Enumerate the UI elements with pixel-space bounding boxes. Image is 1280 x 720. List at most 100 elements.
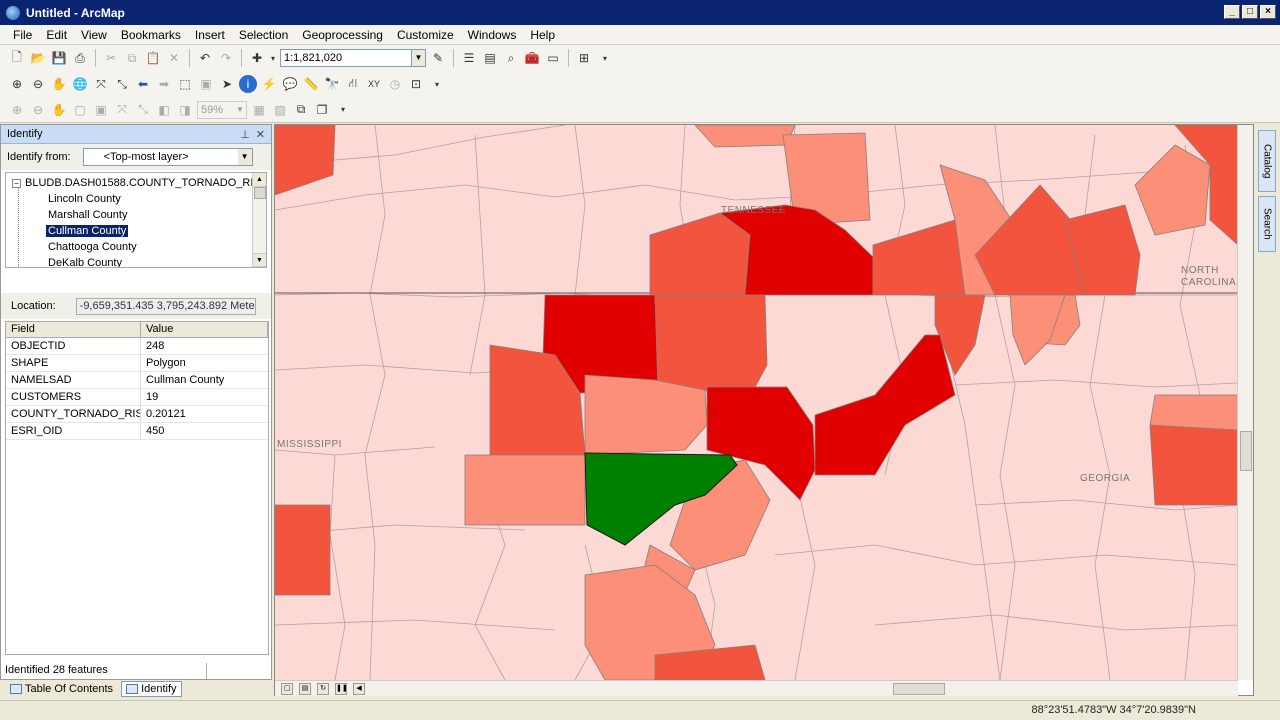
hyperlink-icon[interactable]: ⚡ [260, 75, 278, 93]
undo-icon[interactable]: ↶ [196, 49, 214, 67]
layout-zoom-out-icon[interactable]: ⊖ [29, 101, 47, 119]
layout-fixed-zoom-in-icon[interactable]: ⤧ [113, 101, 131, 119]
zoom-whole-page-icon[interactable]: ▢ [71, 101, 89, 119]
menu-customize[interactable]: Customize [390, 28, 461, 42]
zoom-in-icon[interactable]: ⊕ [8, 75, 26, 93]
find-icon[interactable]: 🔭 [323, 75, 341, 93]
python-window-icon[interactable]: ▭ [544, 49, 562, 67]
measure-icon[interactable]: 📏 [302, 75, 320, 93]
menu-bookmarks[interactable]: Bookmarks [114, 28, 188, 42]
go-to-xy-icon[interactable]: XY [365, 75, 383, 93]
map-hscroll-thumb[interactable] [893, 683, 945, 695]
editor-toolbar-icon[interactable]: ✎ [429, 49, 447, 67]
minimize-button[interactable]: _ [1224, 5, 1240, 19]
cut-icon[interactable]: ✂ [102, 49, 120, 67]
identify-icon[interactable]: i [239, 75, 257, 93]
change-layout-icon[interactable]: ⧉ [292, 101, 310, 119]
menu-geoprocessing[interactable]: Geoprocessing [295, 28, 390, 42]
map-view[interactable]: TENNESSEE NORTH CAROLINA MISSISSIPPI GEO… [274, 124, 1254, 696]
tab-identify[interactable]: Identify [121, 681, 182, 697]
pause-drawing-icon[interactable]: ❚❚ [335, 682, 348, 695]
layout-view-icon[interactable]: ▤ [299, 682, 311, 695]
focus-data-frame-icon[interactable]: ▧ [271, 101, 289, 119]
model-builder-icon[interactable]: ⊞ [575, 49, 593, 67]
refresh-icon[interactable]: ↻ [317, 682, 329, 695]
table-row[interactable]: CUSTOMERS 19 [6, 389, 268, 406]
layout-fixed-zoom-out-icon[interactable]: ⤡ [134, 101, 152, 119]
search-window-icon[interactable]: ⌕ [502, 49, 520, 67]
scroll-thumb[interactable] [254, 187, 266, 199]
toolbar-options-icon-3[interactable]: ▾ [334, 101, 352, 119]
zoom-out-icon[interactable]: ⊖ [29, 75, 47, 93]
tree-feature-item-selected[interactable]: Cullman County [44, 224, 130, 238]
clear-selection-icon[interactable]: ▣ [197, 75, 215, 93]
tree-feature-item[interactable]: Chattooga County [46, 241, 139, 253]
save-icon[interactable]: 💾 [50, 49, 68, 67]
tree-layer-node[interactable]: − BLUDB.DASH01588.COUNTY_TORNADO_RISK [12, 177, 266, 189]
menu-file[interactable]: File [6, 28, 39, 42]
close-button[interactable]: × [1260, 5, 1276, 19]
new-document-icon[interactable]: 🗋 [8, 49, 26, 67]
layout-zoom-combo[interactable]: 59% ▼ [197, 100, 247, 119]
find-route-icon[interactable]: ⛙ [344, 75, 362, 93]
fixed-zoom-out-icon[interactable]: ⤡ [113, 75, 131, 93]
toolbar-options-icon-2[interactable]: ▾ [428, 75, 446, 93]
data-driven-pages-icon[interactable]: ❐ [313, 101, 331, 119]
tree-feature-item[interactable]: Lincoln County [46, 193, 123, 205]
toolbar-options-icon[interactable]: ▾ [596, 49, 614, 67]
copy-icon[interactable]: ⧉ [123, 49, 141, 67]
value-column-header[interactable]: Value [141, 322, 268, 337]
map-scale-combo[interactable]: 1:1,821,020 ▼ [280, 49, 426, 67]
forward-arrow-icon[interactable]: ➡ [155, 75, 173, 93]
table-row[interactable]: OBJECTID 248 [6, 338, 268, 355]
full-extent-icon[interactable]: 🌐 [71, 75, 89, 93]
html-popup-icon[interactable]: 💬 [281, 75, 299, 93]
back-arrow-icon[interactable]: ⬅ [134, 75, 152, 93]
layout-pan-icon[interactable]: ✋ [50, 101, 68, 119]
open-folder-icon[interactable]: 📂 [29, 49, 47, 67]
menu-windows[interactable]: Windows [461, 28, 524, 42]
table-row[interactable]: SHAPE Polygon [6, 355, 268, 372]
table-row[interactable]: ESRI_OID 450 [6, 423, 268, 440]
catalog-window-icon[interactable]: ▤ [481, 49, 499, 67]
add-data-icon[interactable]: ✚ [248, 49, 266, 67]
paste-icon[interactable]: 📋 [144, 49, 162, 67]
tab-search[interactable]: Search [1258, 196, 1276, 252]
tree-scrollbar[interactable]: ▲ ▼ [252, 173, 266, 267]
data-view-icon[interactable]: ▢ [281, 682, 293, 695]
location-field[interactable]: -9,659,351.435 3,795,243.892 Meters [75, 297, 256, 315]
tab-catalog[interactable]: Catalog [1258, 130, 1276, 192]
table-of-contents-icon[interactable]: ☰ [460, 49, 478, 67]
layout-forward-icon[interactable]: ◨ [176, 101, 194, 119]
collapse-icon[interactable]: − [12, 178, 21, 188]
map-canvas[interactable]: TENNESSEE NORTH CAROLINA MISSISSIPPI GEO… [275, 125, 1238, 680]
layout-back-icon[interactable]: ◧ [155, 101, 173, 119]
maximize-button[interactable]: □ [1242, 5, 1258, 19]
toggle-draft-mode-icon[interactable]: ▦ [250, 101, 268, 119]
tree-feature-item[interactable]: Marshall County [46, 209, 129, 221]
table-row[interactable]: NAMELSAD Cullman County [6, 372, 268, 389]
field-column-header[interactable]: Field [6, 322, 141, 337]
chevron-down-icon[interactable]: ▼ [234, 105, 246, 114]
menu-view[interactable]: View [74, 28, 114, 42]
identify-from-select[interactable]: <Top-most layer> ▼ [82, 148, 253, 166]
delete-icon[interactable]: ✕ [165, 49, 183, 67]
pin-icon[interactable]: ⊥ [240, 128, 250, 141]
tree-feature-item[interactable]: DeKalb County [46, 257, 124, 267]
create-viewer-window-icon[interactable]: ⊡ [407, 75, 425, 93]
select-features-icon[interactable]: ⬚ [176, 75, 194, 93]
menu-selection[interactable]: Selection [232, 28, 295, 42]
close-icon[interactable]: ✕ [256, 128, 265, 141]
layout-zoom-in-icon[interactable]: ⊕ [8, 101, 26, 119]
arctoolbox-icon[interactable]: 🧰 [523, 49, 541, 67]
tab-table-of-contents[interactable]: Table Of Contents [6, 681, 117, 697]
menu-help[interactable]: Help [523, 28, 562, 42]
map-vertical-scrollbar[interactable] [1237, 125, 1253, 680]
select-elements-icon[interactable]: ➤ [218, 75, 236, 93]
time-slider-icon[interactable]: ◷ [386, 75, 404, 93]
table-row[interactable]: COUNTY_TORNADO_RISK 0.20121 [6, 406, 268, 423]
menu-edit[interactable]: Edit [39, 28, 74, 42]
chevron-down-icon[interactable]: ▼ [411, 50, 425, 66]
add-data-dropdown-icon[interactable]: ▾ [269, 49, 277, 67]
menu-insert[interactable]: Insert [188, 28, 232, 42]
